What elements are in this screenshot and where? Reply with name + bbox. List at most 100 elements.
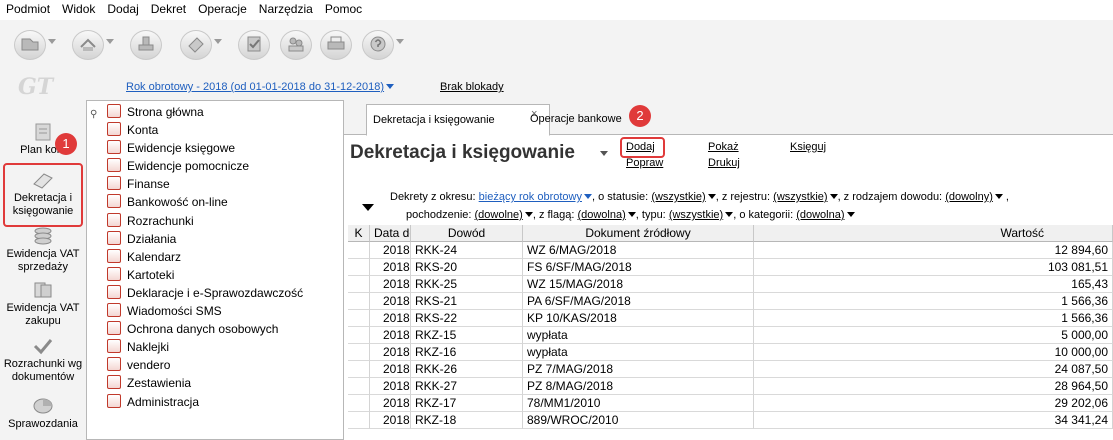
plan-kont-icon	[35, 123, 51, 141]
register-filter[interactable]: (wszystkie)	[773, 191, 838, 203]
sidebar-item-label: Bankowość on-line	[127, 195, 228, 210]
sidebar-item[interactable]: Ewidencje pomocnicze	[107, 157, 303, 175]
fiscal-year-dropdown[interactable]: Rok obrotowy - 2018 (od 01-01-2018 do 31…	[126, 81, 395, 93]
menu-dodaj[interactable]: Dodaj	[101, 0, 144, 16]
type-filter[interactable]: (wszystkie)	[669, 209, 734, 221]
table-row[interactable]: 2018-10-07RKK-24WZ 6/MAG/201812 894,60	[348, 242, 1113, 259]
module-icon	[107, 104, 121, 118]
pin-icon[interactable]: ⚲	[90, 109, 97, 120]
table-row[interactable]: 2018-10-10RKZ-15wypłata5 000,00	[348, 327, 1113, 344]
flag-filter[interactable]: (dowolna)	[577, 209, 636, 221]
toolbar-button-4[interactable]	[174, 26, 230, 62]
flag-cell	[348, 412, 370, 429]
menu-podmiot[interactable]: Podmiot	[0, 0, 56, 16]
sidebar-item[interactable]: Strona główna	[107, 103, 303, 121]
source-document-cell: 78/MM1/2010	[523, 395, 754, 412]
flag-cell	[348, 259, 370, 276]
sidebar-item[interactable]: Finanse	[107, 175, 303, 193]
date-cell: 2018-10-27	[370, 378, 411, 395]
filter-label: , z flagą:	[532, 209, 575, 221]
period-filter[interactable]: bieżący rok obrotowy	[479, 191, 592, 203]
nav-vat-sprzedazy[interactable]: Ewidencja VAT sprzedaży	[0, 226, 86, 274]
sidebar-item[interactable]: Ochrona danych osobowych	[107, 320, 303, 338]
table-row[interactable]: 2018-10-08RKS-22KP 10/KAS/20181 566,36	[348, 310, 1113, 327]
flag-cell	[348, 310, 370, 327]
menu-narzedzia[interactable]: Narzędzia	[253, 0, 319, 16]
column-header[interactable]: Data dekretacji⁄	[370, 225, 411, 242]
sidebar-item[interactable]: Deklaracje i e-Sprawozdawczość	[107, 284, 303, 302]
highlight-dekretacja	[3, 163, 83, 227]
sidebar-item-label: Konta	[127, 123, 159, 138]
flag-cell	[348, 327, 370, 344]
step-badge-1: 1	[55, 133, 77, 155]
edit-button[interactable]: Popraw	[626, 157, 663, 169]
sidebar-item[interactable]: Konta	[107, 121, 303, 139]
column-header[interactable]: Dowód	[411, 225, 523, 242]
filter-value: bieżący rok obrotowy	[478, 191, 582, 203]
sidebar-item[interactable]: Wiadomości SMS	[107, 302, 303, 320]
table-row[interactable]: 2018-10-27RKZ-1778/MM1/201029 202,06	[348, 395, 1113, 412]
table-row[interactable]: 2018-10-27RKZ-18889/WROC/201034 341,24	[348, 412, 1113, 429]
export-icon	[72, 30, 104, 60]
sidebar-item[interactable]: Bankowość on-line	[107, 193, 303, 211]
toolbar-button-1[interactable]	[8, 26, 64, 62]
column-header-label: K	[354, 226, 363, 240]
lock-status-link[interactable]: Brak blokady	[440, 81, 504, 93]
doctype-filter[interactable]: (dowolny)	[945, 191, 1003, 203]
nav-sprawozdania[interactable]: Sprawozdania	[0, 396, 86, 431]
sidebar-item-label: Deklaracje i e-Sprawozdawczość	[127, 285, 304, 300]
chevron-down-icon[interactable]	[600, 151, 608, 156]
proof-cell: RKK-26	[411, 361, 523, 378]
column-header[interactable]: K	[348, 225, 370, 242]
module-icon	[107, 176, 121, 191]
nav-rozrachunki[interactable]: Rozrachunki wg dokumentów	[0, 336, 86, 384]
menu-dekret[interactable]: Dekret	[145, 0, 192, 16]
sidebar-item[interactable]: Kalendarz	[107, 248, 303, 266]
tab-operacje-bankowe[interactable]: Operacje bankowe	[524, 104, 628, 134]
sidebar-item[interactable]: Zestawienia	[107, 374, 303, 392]
post-button[interactable]: Księguj	[790, 141, 826, 153]
toolbar-button-8[interactable]	[356, 26, 412, 62]
category-filter[interactable]: (dowolna)	[796, 209, 855, 221]
sidebar-item[interactable]: Rozrachunki	[107, 212, 303, 230]
date-cell: 2018-10-07	[370, 242, 411, 259]
tab-label: Dekretacja i księgowanie	[373, 114, 495, 126]
sidebar-item[interactable]: vendero	[107, 356, 303, 374]
sidebar-item[interactable]: Kartoteki	[107, 266, 303, 284]
eraser-icon	[180, 30, 212, 60]
tab-dekretacja[interactable]: Dekretacja i księgowanie ×	[366, 104, 550, 136]
toolbar	[0, 20, 1113, 68]
sidebar-item[interactable]: Działania	[107, 230, 303, 248]
date-cell: 2018-10-07	[370, 259, 411, 276]
toolbar-button-2[interactable]	[66, 26, 122, 62]
toolbar-button-3[interactable]	[124, 26, 180, 62]
nav-vat-zakupu[interactable]: Ewidencja VAT zakupu	[0, 280, 86, 328]
table-row[interactable]: 2018-10-27RKK-26PZ 7/MAG/201824 087,50	[348, 361, 1113, 378]
column-header[interactable]: Dokument źródłowy	[523, 225, 754, 242]
chevron-down-icon	[48, 39, 56, 44]
column-header[interactable]: Wartość	[754, 225, 1113, 242]
table-row[interactable]: 2018-10-11RKZ-16wypłata10 000,00	[348, 344, 1113, 361]
sidebar-item[interactable]: Naklejki	[107, 338, 303, 356]
value-cell: 34 341,24	[754, 412, 1113, 429]
proof-cell: RKZ-15	[411, 327, 523, 344]
sidebar-item[interactable]: Ewidencje księgowe	[107, 139, 303, 157]
menu-widok[interactable]: Widok	[56, 0, 101, 16]
status-filter[interactable]: (wszystkie)	[651, 191, 716, 203]
table-row[interactable]: 2018-10-08RKS-21PA 6/SF/MAG/20181 566,36	[348, 293, 1113, 310]
print-button[interactable]: Drukuj	[708, 157, 740, 169]
sidebar-item[interactable]: Administracja	[107, 393, 303, 411]
value-cell: 5 000,00	[754, 327, 1113, 344]
menu-pomoc[interactable]: Pomoc	[319, 0, 368, 16]
stamp-icon	[130, 30, 162, 60]
show-button[interactable]: Pokaż	[708, 141, 739, 153]
value-cell: 24 087,50	[754, 361, 1113, 378]
origin-filter[interactable]: (dowolne)	[475, 209, 533, 221]
collapse-filters-icon[interactable]	[362, 204, 374, 211]
table-row[interactable]: 2018-10-27RKK-27PZ 8/MAG/201828 964,50	[348, 378, 1113, 395]
table-row[interactable]: 2018-10-08RKK-25WZ 15/MAG/2018165,43	[348, 276, 1113, 293]
menu-operacje[interactable]: Operacje	[192, 0, 253, 16]
table-row[interactable]: 2018-10-07RKS-20FS 6/SF/MAG/2018103 081,…	[348, 259, 1113, 276]
sidebar-item-label: Wiadomości SMS	[127, 304, 222, 319]
module-sidebar: ⚲ Strona główna Konta Ewidencje księgowe Ew…	[86, 100, 344, 440]
